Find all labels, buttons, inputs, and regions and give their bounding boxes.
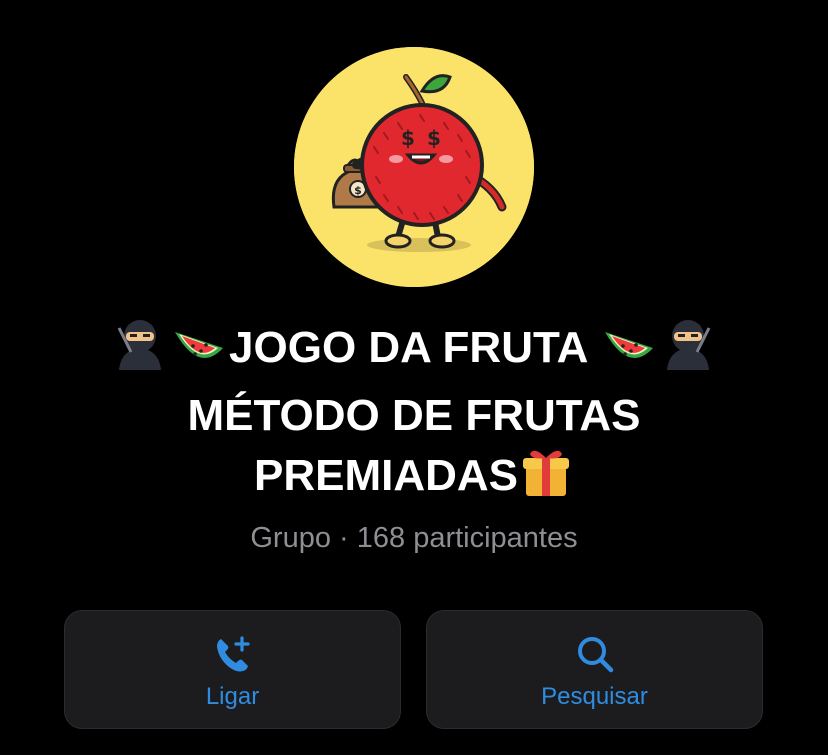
group-title-line-1: JOGO DA FRUTA xyxy=(40,316,788,386)
svg-text:$: $ xyxy=(354,184,362,197)
group-title: JOGO DA FRUTA MÉTODO DE FRUTAS PREMIADAS xyxy=(40,316,788,514)
search-button-label: Pesquisar xyxy=(541,683,648,710)
group-title-line-2: MÉTODO DE FRUTAS xyxy=(187,391,641,440)
group-subtitle: Grupo · 168 participantes xyxy=(250,522,578,554)
search-button[interactable]: Pesquisar xyxy=(426,610,763,729)
call-button[interactable]: Ligar xyxy=(64,610,401,729)
ninja-icon xyxy=(113,316,167,386)
title-text-line-1: JOGO DA FRUTA xyxy=(229,323,587,372)
ninja-icon xyxy=(661,316,715,386)
group-avatar[interactable]: $ $ $ xyxy=(294,47,534,287)
watermelon-icon xyxy=(601,326,657,386)
call-button-label: Ligar xyxy=(205,683,260,710)
svg-text:$: $ xyxy=(427,126,441,150)
fruit-mascot-icon: $ $ $ xyxy=(294,47,534,287)
watermelon-icon xyxy=(171,326,227,386)
group-title-line-3: PREMIADAS xyxy=(40,446,788,514)
svg-text:$: $ xyxy=(401,126,415,150)
phone-plus-icon xyxy=(211,633,255,677)
title-text-line-3: PREMIADAS xyxy=(253,451,519,500)
search-icon xyxy=(573,633,617,677)
gift-icon xyxy=(520,446,572,514)
